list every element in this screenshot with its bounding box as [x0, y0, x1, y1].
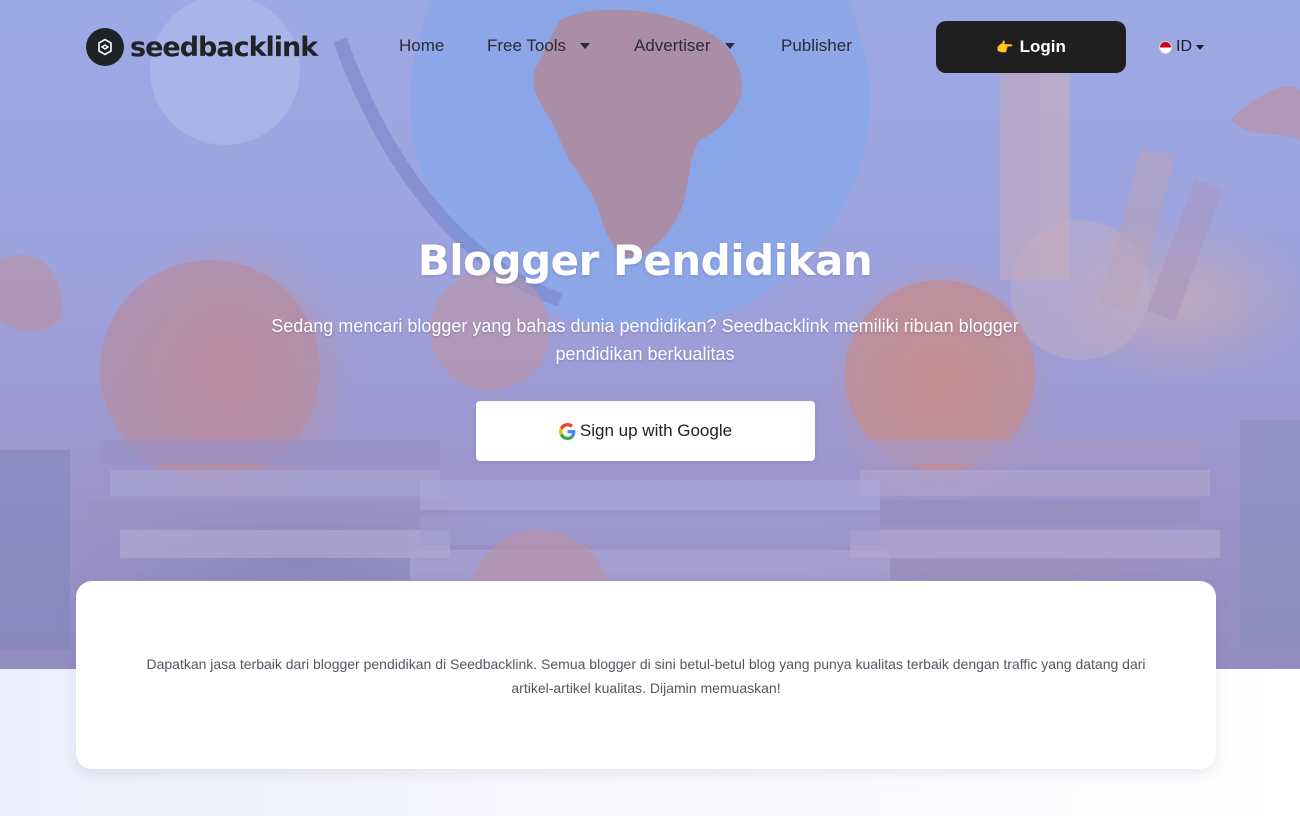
hero-subtitle: Sedang mencari blogger yang bahas dunia … [271, 316, 1019, 364]
logo-text: seedbacklink [130, 31, 318, 63]
site-logo[interactable]: seedbacklink [86, 28, 318, 66]
nav-publisher[interactable]: Publisher [781, 36, 852, 56]
intro-card: Dapatkan jasa terbaik dari blogger pendi… [76, 581, 1216, 769]
hand-pointing-icon: 👉 [996, 39, 1014, 55]
nav-home[interactable]: Home [399, 36, 444, 56]
nav-advertiser[interactable]: Advertiser [634, 36, 735, 56]
sign-up-google-label: Sign up with Google [579, 421, 733, 440]
login-button[interactable]: 👉 Login [936, 21, 1126, 73]
hero-title: Blogger Pendidikan [417, 236, 873, 285]
nav-free-tools[interactable]: Free Tools [487, 36, 591, 56]
login-label: Login [1019, 37, 1066, 56]
chevron-down-icon [580, 43, 591, 49]
intro-card-text: Dapatkan jasa terbaik dari blogger pendi… [146, 656, 1146, 696]
sign-up-google-button[interactable]: Sign up with Google [476, 401, 815, 461]
language-selector[interactable]: ID [1159, 38, 1204, 56]
chevron-down-icon [724, 43, 735, 49]
language-label: ID [1176, 38, 1192, 55]
chevron-down-icon [1196, 44, 1204, 50]
nav-home-label: Home [399, 36, 445, 55]
indonesia-flag-icon [1159, 40, 1172, 54]
google-icon [558, 422, 576, 440]
nav-advertiser-label: Advertiser [634, 36, 711, 55]
seedbacklink-logo-icon [86, 28, 124, 66]
nav-free-tools-label: Free Tools [487, 36, 567, 55]
nav-publisher-label: Publisher [781, 36, 852, 55]
